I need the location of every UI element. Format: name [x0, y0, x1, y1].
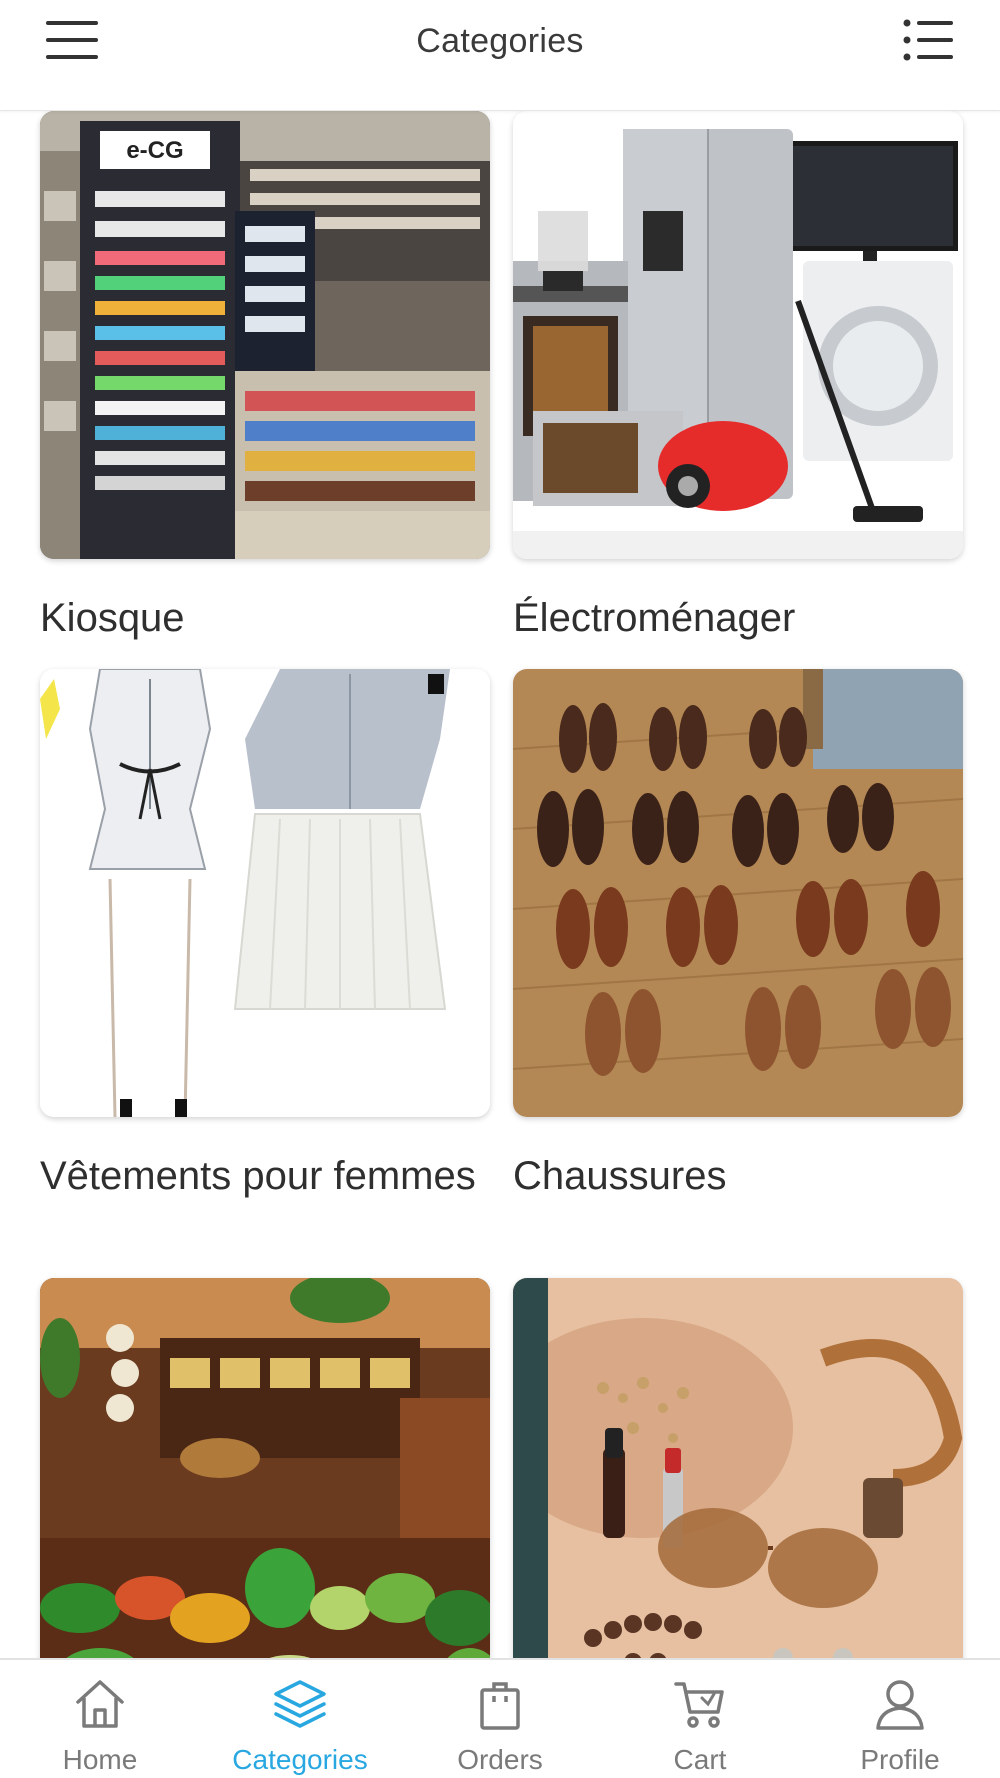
- grocery-market-photo: [40, 1278, 490, 1658]
- shopping-bag-icon: [480, 1682, 520, 1730]
- category-card-electromenager[interactable]: Électroménager: [513, 111, 963, 643]
- category-label: Vêtements pour femmes: [40, 1154, 476, 1198]
- category-card-vetements-femmes[interactable]: Vêtements pour femmes: [40, 669, 490, 1201]
- nav-profile-label: Profile: [860, 1744, 940, 1775]
- category-card-grocery[interactable]: [40, 1278, 490, 1658]
- cart-icon: [674, 1682, 724, 1728]
- category-label: Kiosque: [40, 596, 185, 640]
- list-view-button[interactable]: [896, 14, 960, 66]
- home-appliances-photo: [513, 111, 963, 559]
- app-screen: Categories e-CG Kiosque Électroménager V…: [0, 0, 1000, 1778]
- category-card-kiosque[interactable]: e-CG Kiosque: [40, 111, 490, 643]
- women-dress-photo: [40, 669, 490, 1117]
- category-card-accessories[interactable]: [513, 1278, 963, 1658]
- nav-cart[interactable]: Cart: [600, 1660, 800, 1778]
- nav-home[interactable]: Home: [0, 1660, 200, 1778]
- nav-categories-label: Categories: [232, 1744, 368, 1775]
- top-app-bar: Categories: [0, 0, 1000, 111]
- user-icon: [876, 1680, 924, 1730]
- list-view-icon: [903, 19, 953, 61]
- shoes-photo: [513, 669, 963, 1117]
- nav-orders-label: Orders: [457, 1744, 543, 1775]
- nav-cart-label: Cart: [673, 1744, 727, 1775]
- category-card-chaussures[interactable]: Chaussures: [513, 669, 963, 1201]
- accessories-jewelry-photo: [513, 1278, 963, 1658]
- category-grid: e-CG Kiosque Électroménager Vêtements po…: [0, 111, 1000, 1658]
- page-title: Categories: [416, 22, 584, 60]
- nav-categories[interactable]: Categories: [200, 1660, 400, 1778]
- home-icon: [76, 1680, 124, 1728]
- layers-icon: [274, 1680, 326, 1728]
- category-label: Chaussures: [513, 1154, 727, 1198]
- kiosk-store-photo: e-CG: [40, 111, 490, 559]
- nav-orders[interactable]: Orders: [400, 1660, 600, 1778]
- nav-home-label: Home: [62, 1744, 138, 1775]
- bottom-navigation: Home Categories Orders Cart Profile: [0, 1658, 1000, 1778]
- svg-text:e-CG: e-CG: [126, 137, 183, 164]
- category-label: Électroménager: [513, 596, 796, 640]
- nav-profile[interactable]: Profile: [800, 1660, 1000, 1778]
